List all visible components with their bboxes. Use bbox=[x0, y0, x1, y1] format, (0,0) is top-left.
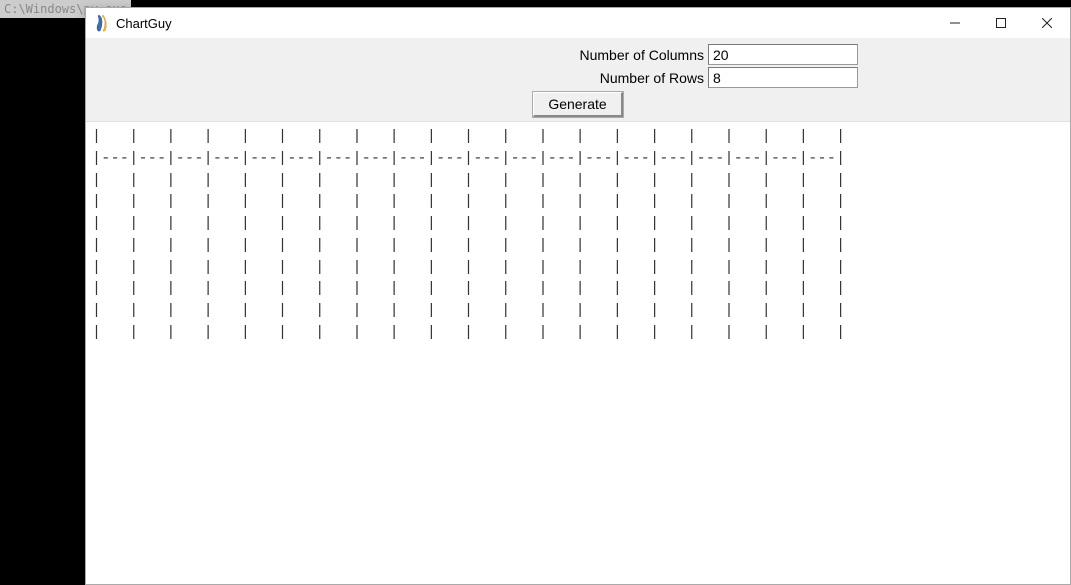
columns-label: Number of Columns bbox=[298, 47, 708, 63]
window-controls bbox=[932, 8, 1070, 38]
rows-row: Number of Rows bbox=[86, 67, 1070, 88]
columns-input[interactable] bbox=[708, 44, 858, 65]
minimize-button[interactable] bbox=[932, 8, 978, 38]
maximize-button[interactable] bbox=[978, 8, 1024, 38]
rows-label: Number of Rows bbox=[298, 70, 708, 86]
app-window: ChartGuy Number of Columns Number of Row… bbox=[85, 7, 1071, 585]
close-button[interactable] bbox=[1024, 8, 1070, 38]
controls-panel: Number of Columns Number of Rows Generat… bbox=[86, 38, 1070, 122]
window-title: ChartGuy bbox=[116, 16, 172, 31]
columns-row: Number of Columns bbox=[86, 44, 1070, 65]
grid-output: | | | | | | | | | | | | | | | | | | | | … bbox=[86, 122, 1070, 584]
app-icon bbox=[94, 15, 110, 31]
titlebar[interactable]: ChartGuy bbox=[86, 8, 1070, 38]
rows-input[interactable] bbox=[708, 67, 858, 88]
generate-button[interactable]: Generate bbox=[533, 92, 622, 117]
